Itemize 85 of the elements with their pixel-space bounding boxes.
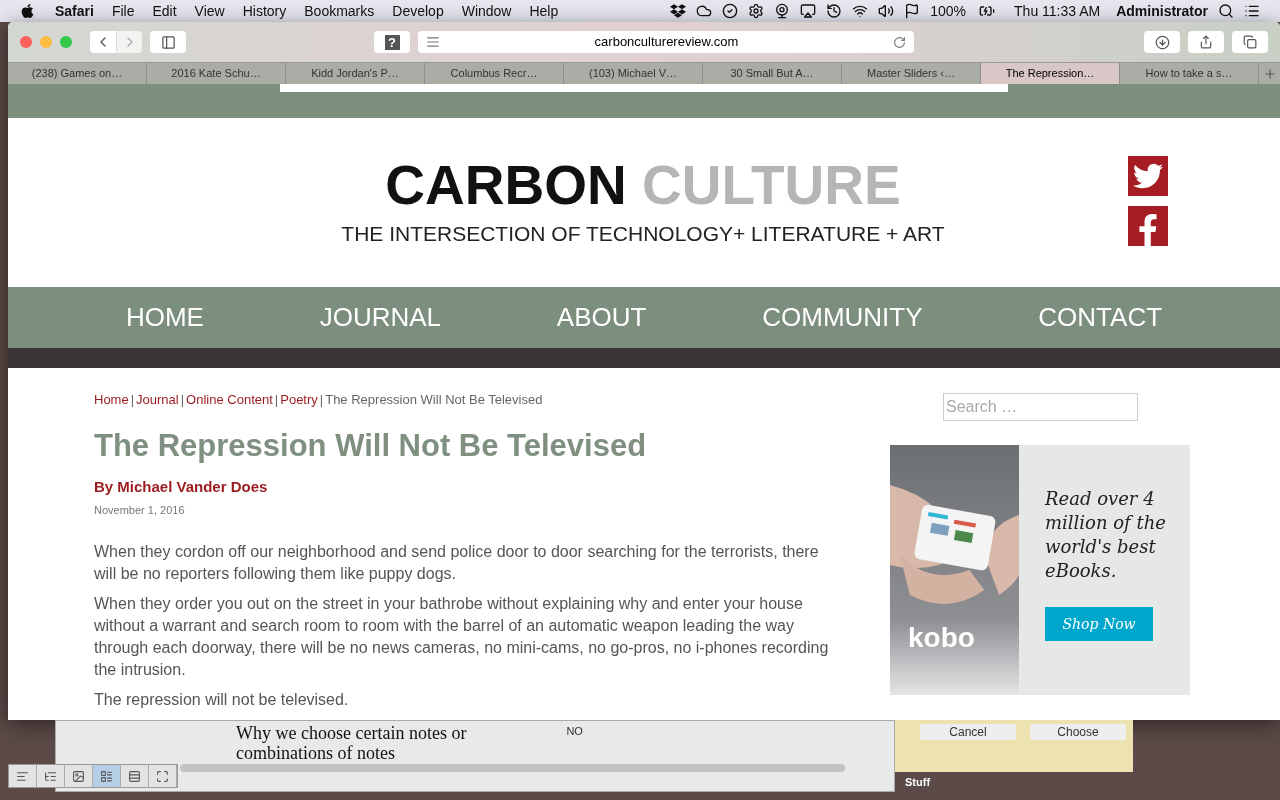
menu-item[interactable]: Edit bbox=[152, 0, 177, 22]
post-date: November 1, 2016 bbox=[94, 503, 186, 518]
browser-tab[interactable]: Columbus Recr… bbox=[425, 63, 564, 84]
plus-icon bbox=[1262, 66, 1277, 81]
search-icon[interactable] bbox=[1218, 3, 1234, 19]
breadcrumb-link[interactable]: Journal bbox=[136, 390, 179, 410]
flag-icon[interactable] bbox=[904, 3, 921, 19]
tabs-icon bbox=[1243, 35, 1257, 49]
view-mode-icon bbox=[156, 769, 169, 783]
facebook-icon bbox=[1136, 214, 1160, 246]
ad-banner[interactable]: kobo Read over 4 million of the world's best eBooks. Shop Now bbox=[890, 445, 1190, 695]
breadcrumb-separator: | bbox=[274, 391, 279, 409]
brand-logo: kobo bbox=[908, 621, 975, 655]
breadcrumb-link[interactable]: Online Content bbox=[186, 390, 273, 410]
breadcrumb-current: The Repression Will Not Be Televised bbox=[325, 391, 543, 409]
browser-tab[interactable]: (103) Michael V… bbox=[564, 63, 703, 84]
wifi-icon[interactable] bbox=[852, 3, 869, 19]
search-field[interactable]: Search … bbox=[943, 393, 1138, 421]
browser-tab[interactable]: (238) Games on… bbox=[8, 63, 147, 84]
browser-tab[interactable]: How to take a s… bbox=[1120, 63, 1259, 84]
menu-item[interactable]: Bookmarks bbox=[304, 0, 375, 22]
address-field[interactable]: carbonculturereview.com bbox=[418, 31, 914, 53]
dialog-button[interactable]: Cancel bbox=[920, 724, 1016, 740]
gear-icon[interactable] bbox=[748, 3, 765, 19]
sidebar-icon bbox=[160, 34, 176, 50]
apple-icon[interactable] bbox=[20, 3, 35, 19]
breadcrumb-separator: | bbox=[130, 391, 135, 409]
webcam-icon[interactable] bbox=[774, 3, 791, 19]
volume-icon[interactable] bbox=[878, 3, 895, 19]
menu-item[interactable]: Develop bbox=[392, 0, 444, 22]
byline[interactable]: By Michael Vander Does bbox=[94, 475, 834, 498]
breadcrumb-separator: | bbox=[180, 391, 185, 409]
view-mode-icon bbox=[16, 769, 29, 783]
article-paragraph: The repression will not be televised. bbox=[94, 689, 350, 710]
help-button[interactable]: ? bbox=[374, 31, 410, 53]
browser-tab[interactable]: Kidd Jordan's P… bbox=[286, 63, 425, 84]
menu-item[interactable]: File bbox=[111, 0, 135, 22]
clock-icon[interactable] bbox=[826, 3, 843, 19]
site-tagline: THE INTERSECTION OF TECHNOLOGY+ LITERATURE + ART bbox=[341, 220, 945, 247]
download-icon bbox=[1154, 34, 1170, 50]
reload-icon[interactable] bbox=[893, 35, 906, 49]
breadcrumb-link[interactable]: Home bbox=[94, 390, 129, 410]
browser-tab[interactable]: 30 Small But A… bbox=[703, 63, 842, 84]
sidebar-button[interactable] bbox=[150, 31, 186, 53]
dialog-button[interactable]: Choose bbox=[1030, 724, 1126, 740]
cloud-icon[interactable] bbox=[696, 3, 713, 19]
article-title: The Repression Will Not Be Televised bbox=[94, 427, 648, 464]
ad-text: Read over 4 million of the world's best eBooks. bbox=[1045, 487, 1167, 583]
airplay-icon[interactable] bbox=[800, 3, 817, 19]
browser-tab[interactable]: Master Sliders ‹… bbox=[842, 63, 981, 84]
share-button[interactable] bbox=[1188, 31, 1224, 53]
twitter-link[interactable] bbox=[1128, 156, 1168, 196]
tabs-button[interactable] bbox=[1232, 31, 1268, 53]
browser-tab[interactable]: 2016 Kate Schu… bbox=[147, 63, 286, 84]
view-mode-icon bbox=[44, 769, 57, 783]
downloads-button[interactable] bbox=[1144, 31, 1180, 53]
menu-item[interactable]: View bbox=[194, 0, 225, 22]
folder-label[interactable]: Stuff bbox=[905, 774, 931, 791]
menu-item[interactable]: Help bbox=[529, 0, 559, 22]
view-mode-button[interactable] bbox=[93, 765, 121, 787]
article-paragraph: When they order you out on the street in your bathrobe without explaining why and enter your house without a warrant and search room to room with the barrel of an automatic weapon leading the way through each doorway, there will be no news cameras, no mini-cams, no go-pros, no i-phones recording the intrusion. bbox=[94, 593, 830, 680]
browser-tab[interactable]: The Repression… bbox=[981, 63, 1120, 84]
article-paragraph: When they cordon off our neighborhood and send police door to door searching for the terrorists, there will be no reporters following them like puppy dogs. bbox=[94, 541, 820, 584]
user-name[interactable]: Administrator bbox=[1116, 0, 1208, 22]
check-icon[interactable] bbox=[722, 3, 739, 19]
facebook-link[interactable] bbox=[1128, 206, 1168, 246]
clock[interactable]: Thu 11:33 AM bbox=[1014, 0, 1101, 22]
menu-item[interactable]: History bbox=[242, 0, 287, 22]
breadcrumb-separator: | bbox=[319, 391, 324, 409]
site-logo[interactable]: CARBON CULTURE bbox=[385, 155, 901, 214]
view-mode-icon bbox=[128, 769, 141, 783]
document-text: combinations of notes bbox=[236, 743, 396, 763]
document-text: Why we choose certain notes or bbox=[236, 723, 467, 743]
view-mode-icon bbox=[100, 769, 113, 783]
breadcrumb-link[interactable]: Poetry bbox=[280, 390, 318, 410]
battery-percent: 100% bbox=[930, 1, 967, 21]
menu-icon[interactable] bbox=[1244, 3, 1260, 19]
dropbox-icon[interactable] bbox=[670, 3, 687, 19]
twitter-icon bbox=[1133, 161, 1163, 191]
menu-item[interactable]: Safari bbox=[55, 0, 94, 22]
menu-item[interactable]: Window bbox=[461, 0, 512, 22]
reader-icon[interactable] bbox=[426, 35, 440, 49]
document-label: NO bbox=[566, 724, 583, 739]
view-mode-icon bbox=[72, 769, 85, 783]
share-icon bbox=[1199, 35, 1213, 49]
